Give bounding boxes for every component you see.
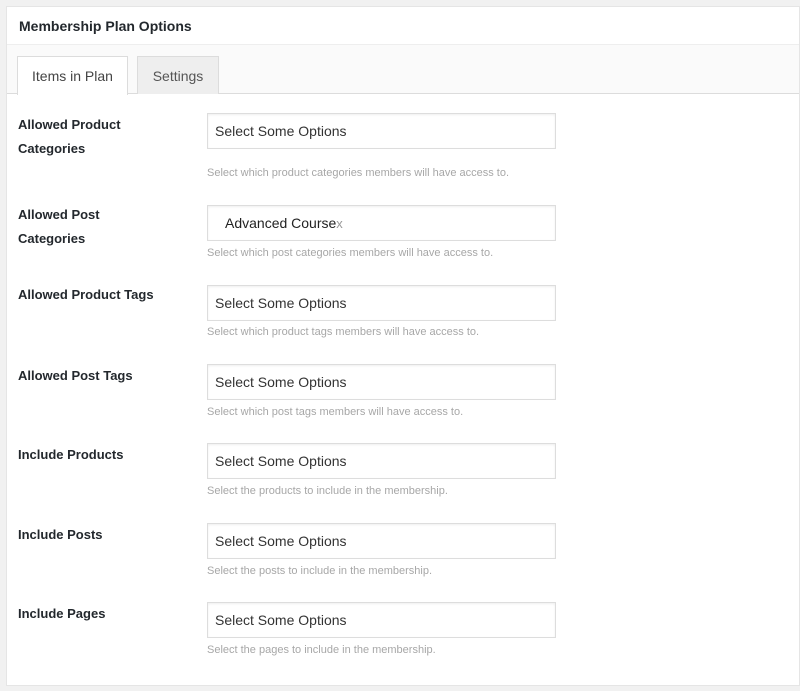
field-description: Select the pages to include in the membe… — [207, 644, 436, 656]
select-placeholder: Select Some Options — [215, 374, 347, 390]
field-label: Include Pages — [18, 606, 106, 621]
field-label: Allowed Post Categories — [18, 207, 100, 246]
field-description: Select the products to include in the me… — [207, 485, 448, 497]
field-description: Select the posts to include in the membe… — [207, 565, 433, 577]
field-label: Include Posts — [18, 527, 103, 542]
field-description: Select which product categories members … — [207, 167, 510, 179]
include-pages-select[interactable]: Select Some Options — [207, 602, 556, 638]
allowed-post-tags-select[interactable]: Select Some Options — [207, 364, 556, 400]
field-description: Select which post categories members wil… — [207, 247, 494, 259]
select-placeholder: Select Some Options — [215, 295, 347, 311]
allowed-product-categories-select[interactable]: Select Some Options — [207, 113, 556, 149]
field-label: Include Products — [18, 447, 124, 462]
field-label: Allowed Product Categories — [18, 117, 121, 156]
field-description: Select which post tags members will have… — [207, 406, 464, 418]
select-placeholder: Select Some Options — [215, 612, 347, 628]
panel-title: Membership Plan Options — [7, 7, 799, 45]
membership-plan-options-panel: Membership Plan Options Items in Plan Se… — [6, 6, 800, 686]
tab-settings[interactable]: Settings — [137, 56, 219, 94]
selected-option-chip: Advanced Coursex — [225, 215, 343, 231]
field-label: Allowed Product Tags — [18, 287, 154, 302]
tab-items-in-plan[interactable]: Items in Plan — [17, 56, 128, 95]
allowed-post-categories-select[interactable]: Advanced Coursex — [207, 205, 556, 241]
include-products-select[interactable]: Select Some Options — [207, 443, 556, 479]
select-placeholder: Select Some Options — [215, 123, 347, 139]
tab-bar: Items in Plan Settings — [7, 45, 799, 95]
field-label: Allowed Post Tags — [18, 368, 133, 383]
remove-option-icon[interactable]: x — [336, 216, 343, 231]
field-description: Select which product tags members will h… — [207, 326, 480, 338]
select-placeholder: Select Some Options — [215, 533, 347, 549]
allowed-product-tags-select[interactable]: Select Some Options — [207, 285, 556, 321]
include-posts-select[interactable]: Select Some Options — [207, 523, 556, 559]
select-placeholder: Select Some Options — [215, 453, 347, 469]
